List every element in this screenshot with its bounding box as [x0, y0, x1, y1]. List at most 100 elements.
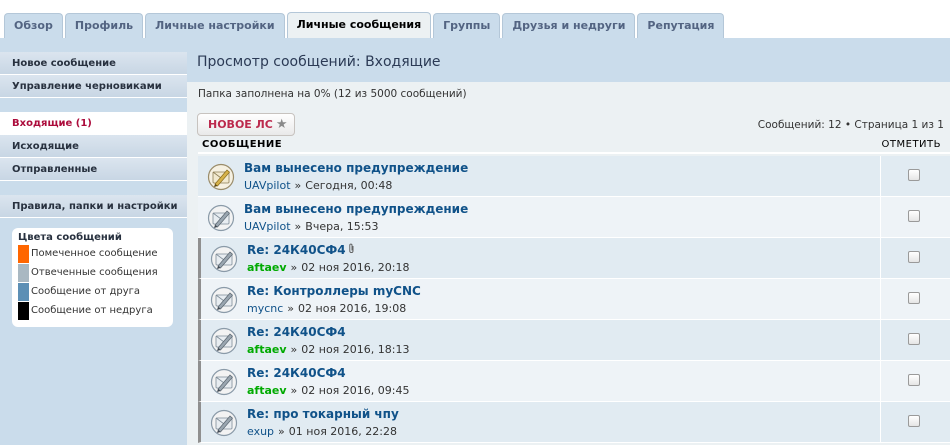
mark-cell: [880, 402, 950, 442]
envelope-pencil-icon: [210, 368, 238, 396]
message-subject: Re: 24К40СФ4: [247, 325, 346, 339]
message-meta: UAVpilot» Сегодня, 00:48: [244, 179, 392, 192]
message-meta: aftaev» 02 ноя 2016, 20:18: [247, 261, 409, 274]
meta-separator: »: [287, 302, 295, 315]
message-subject: Re: Контроллеры myCNC: [247, 284, 421, 298]
mark-cell: [880, 361, 950, 401]
message-subject-link[interactable]: Вам вынесено предупреждение: [244, 202, 468, 216]
message-subject-link[interactable]: Re: 24К40СФ4: [247, 325, 346, 339]
folder-status: Папка заполнена на 0% (12 из 5000 сообще…: [198, 88, 467, 100]
tab-4[interactable]: Группы: [433, 13, 501, 38]
folder-inbox[interactable]: Входящие (1): [0, 112, 187, 135]
mark-cell: [880, 279, 950, 319]
message-author-link[interactable]: aftaev: [247, 384, 287, 397]
message-date: Вчера, 15:53: [305, 220, 379, 233]
legend-item: Помеченное сообщение: [18, 245, 167, 263]
envelope-pencil-icon: [207, 204, 235, 232]
message-date: 02 ноя 2016, 19:08: [298, 302, 407, 315]
message-meta: aftaev» 02 ноя 2016, 18:13: [247, 343, 409, 356]
column-header-mark: ОТМЕТИТЬ: [881, 139, 941, 150]
sidebar: Новое сообщение Управление черновиками В…: [0, 52, 187, 327]
mark-cell: [880, 238, 950, 278]
message-author-link[interactable]: UAVpilot: [244, 179, 291, 192]
envelope-pencil-icon: [207, 163, 235, 191]
legend-item: Сообщение от друга: [18, 283, 167, 301]
sidebar-divider: [0, 181, 187, 195]
envelope-pencil-icon: [210, 327, 238, 355]
message-subject-link[interactable]: Re: 24К40СФ4: [247, 366, 346, 380]
message-row: Re: Контроллеры myCNC mycnc » 02 ноя 2016, …: [198, 279, 950, 320]
message-date: Сегодня, 00:48: [305, 179, 393, 192]
legend-swatch: [18, 245, 29, 263]
legend-label: Отвеченные сообщения: [31, 267, 158, 278]
message-row: Re: 24К40СФ4 aftaev» 02 ноя 2016, 20:18: [198, 238, 950, 279]
folder-outbox[interactable]: Исходящие: [0, 135, 187, 158]
message-date: 02 ноя 2016, 09:45: [301, 384, 410, 397]
manage-drafts-link[interactable]: Управление черновиками: [0, 75, 187, 98]
new-pm-button[interactable]: НОВОЕ ЛС ★: [197, 113, 295, 136]
message-subject: Вам вынесено предупреждение: [244, 202, 469, 216]
message-author-link[interactable]: aftaev: [247, 261, 287, 274]
message-subject-link[interactable]: Re: 24К40СФ4: [247, 243, 355, 257]
tab-3[interactable]: Личные сообщения: [286, 12, 432, 38]
message-rows: Вам вынесено предупреждение UAVpilot» Сего…: [198, 156, 950, 443]
message-row: Вам вынесено предупреждение UAVpilot» Сего…: [198, 156, 950, 197]
column-header-message: СООБЩЕНИЕ: [202, 139, 283, 150]
tab-1[interactable]: Профиль: [64, 13, 144, 38]
sidebar-divider: [0, 98, 187, 112]
envelope-pencil-icon: [210, 286, 238, 314]
legend-swatch: [18, 264, 29, 282]
message-meta: mycnc » 02 ноя 2016, 19:08: [247, 302, 406, 315]
mark-checkbox[interactable]: [908, 210, 920, 222]
mark-cell: [880, 197, 950, 237]
message-subject: Re: 24К40СФ4: [247, 243, 346, 257]
legend-swatch: [18, 302, 29, 320]
message-subject-link[interactable]: Re: про токарный чпу: [247, 407, 399, 421]
tab-6[interactable]: Репутация: [637, 13, 725, 38]
meta-separator: »: [278, 425, 285, 438]
mark-checkbox[interactable]: [908, 169, 920, 181]
message-subject: Re: про токарный чпу: [247, 407, 399, 421]
pagination-info: Сообщений: 12 • Страница 1 из 1: [757, 119, 944, 131]
message-author-link[interactable]: exup: [247, 425, 274, 438]
legend-title: Цвета сообщений: [18, 232, 122, 243]
message-author-link[interactable]: aftaev: [247, 343, 287, 356]
legend-swatch: [18, 283, 29, 301]
meta-separator: »: [294, 179, 302, 192]
meta-separator: »: [290, 343, 298, 356]
meta-separator: »: [290, 261, 298, 274]
mark-checkbox[interactable]: [908, 374, 920, 386]
new-message-link[interactable]: Новое сообщение: [0, 52, 187, 75]
mark-checkbox[interactable]: [908, 292, 920, 304]
message-date: 01 ноя 2016, 22:28: [288, 425, 397, 438]
paperclip-icon: [348, 243, 355, 257]
legend-item: Сообщение от недруга: [18, 302, 167, 320]
page-title: Просмотр сообщений: Входящие: [197, 54, 441, 70]
message-meta: exup » 01 ноя 2016, 22:28: [247, 425, 397, 438]
mark-checkbox[interactable]: [908, 415, 920, 427]
mark-checkbox[interactable]: [908, 333, 920, 345]
message-subject-link[interactable]: Re: Контроллеры myCNC: [247, 284, 421, 298]
message-meta: aftaev» 02 ноя 2016, 09:45: [247, 384, 409, 397]
mark-cell: [880, 320, 950, 360]
message-meta: UAVpilot» Вчера, 15:53: [244, 220, 379, 233]
message-subject: Re: 24К40СФ4: [247, 366, 346, 380]
new-pm-label: НОВОЕ ЛС: [208, 118, 273, 131]
legend-list: Помеченное сообщение Отвеченные сообщения…: [18, 245, 167, 320]
message-author-link[interactable]: mycnc: [247, 302, 283, 315]
tab-5[interactable]: Друзья и недруги: [502, 13, 636, 38]
message-author-link[interactable]: UAVpilot: [244, 220, 291, 233]
folder-sent[interactable]: Отправленные: [0, 158, 187, 181]
tab-0[interactable]: Обзор: [4, 13, 63, 38]
message-colors-legend: Цвета сообщений Помеченное сообщение Отве…: [12, 228, 173, 327]
meta-separator: »: [294, 220, 302, 233]
message-row: Re: про токарный чпу exup » 01 ноя 2016, 22…: [198, 402, 950, 443]
star-icon: ★: [275, 117, 288, 132]
list-header: СООБЩЕНИЕ ОТМЕТИТЬ: [198, 138, 950, 154]
tab-2[interactable]: Личные настройки: [145, 13, 285, 38]
rules-folders-settings-link[interactable]: Правила, папки и настройки: [0, 195, 187, 218]
mark-checkbox[interactable]: [908, 251, 920, 263]
legend-label: Сообщение от друга: [31, 286, 141, 297]
message-subject-link[interactable]: Вам вынесено предупреждение: [244, 161, 468, 175]
tab-bar: Обзор Профиль Личные настройки Личные сообщ…: [0, 0, 950, 38]
